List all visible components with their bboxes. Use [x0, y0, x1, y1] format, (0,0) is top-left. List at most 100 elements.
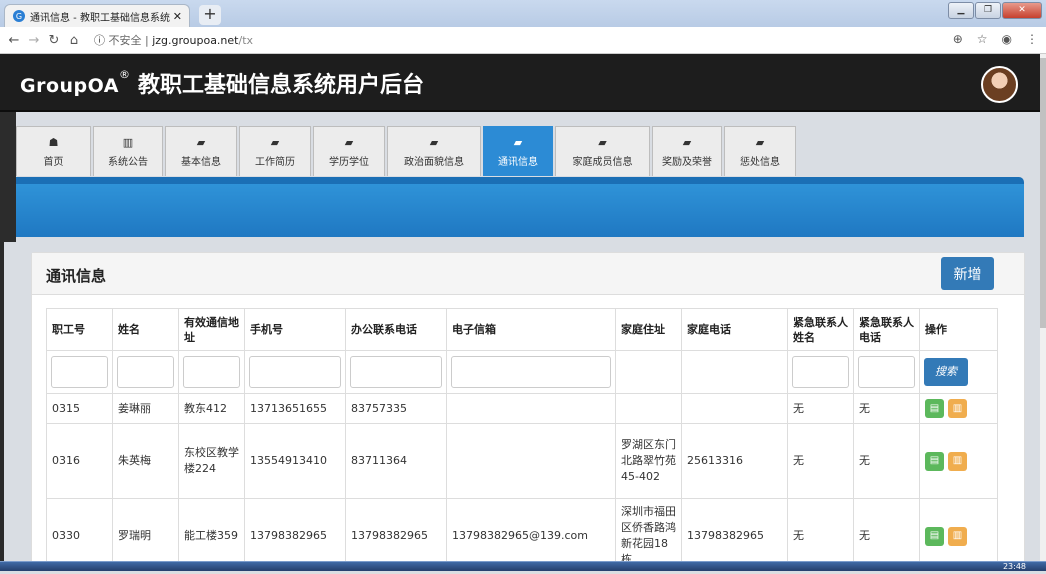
column-header: 职工号 — [46, 308, 113, 351]
browser-tab[interactable]: G 通讯信息 - 教职工基础信息系统 ✕ — [4, 4, 190, 27]
cell-office: 83711364 — [345, 423, 447, 499]
cell-home-address: 罗湖区东门北路翠竹苑45-402 — [615, 423, 682, 499]
table-row: 0316 朱英梅 东校区教学楼224 13554913410 83711364 … — [46, 423, 998, 499]
bookmark-star-icon[interactable]: ☆ — [977, 32, 988, 46]
page-scrollbar[interactable] — [1040, 54, 1046, 564]
tab-education[interactable]: ▰ 学历学位 — [313, 126, 385, 176]
url-field[interactable]: ⓘ 不安全 | jzg.groupoa.net/tx — [94, 32, 253, 48]
cell-emergency-phone: 无 — [853, 423, 920, 499]
edit-icon[interactable]: ▤ — [925, 399, 944, 418]
cell-email — [446, 393, 616, 424]
profile-icon[interactable]: ◉ — [1002, 32, 1012, 46]
search-button[interactable]: 搜索 — [924, 358, 968, 386]
column-header: 家庭电话 — [681, 308, 788, 351]
book-icon: ▰ — [344, 135, 354, 149]
filter-id-input[interactable] — [51, 356, 108, 388]
book-icon: ▰ — [682, 135, 692, 149]
edit-icon[interactable]: ▤ — [925, 526, 944, 546]
filter-office-phone-input[interactable] — [350, 356, 442, 388]
nav-tabs: ☗ 首页 ▥ 系统公告 ▰ 基本信息 ▰ 工作简历 ▰ 学历学位 ▰ 政治面貌信息 ▰ 通讯信… — [16, 126, 796, 176]
app-title: 教职工基础信息系统用户后台 — [138, 73, 425, 98]
column-header: 姓名 — [112, 308, 179, 351]
filter-name-input[interactable] — [117, 356, 174, 388]
tab-political-status[interactable]: ▰ 政治面貌信息 — [387, 126, 481, 176]
contact-table: 职工号 姓名 有效通信地址 手机号 办公联系电话 电子信箱 家庭住址 家庭电话 … — [46, 308, 998, 574]
home-icon[interactable]: ⌂ — [64, 33, 84, 48]
tab-label: 政治面貌信息 — [404, 156, 464, 168]
add-button[interactable]: 新增 — [941, 257, 994, 290]
zoom-icon[interactable]: ⊕ — [953, 32, 963, 46]
brand: GroupOA® 教职工基础信息系统用户后台 — [20, 67, 424, 99]
tab-label: 工作简历 — [255, 156, 295, 168]
close-window-button[interactable]: ✕ — [1002, 2, 1042, 19]
browser-tab-title: 通讯信息 - 教职工基础信息系统 — [30, 12, 170, 24]
minimize-button[interactable]: ▁ — [948, 2, 974, 19]
forward-icon[interactable]: → — [24, 33, 44, 48]
tab-family-members[interactable]: ▰ 家庭成员信息 — [555, 126, 650, 176]
delete-icon[interactable]: ▥ — [948, 526, 967, 546]
column-header: 紧急联系人电话 — [853, 308, 920, 351]
column-header: 办公联系电话 — [345, 308, 447, 351]
delete-icon[interactable]: ▥ — [948, 399, 967, 418]
site-favicon-icon: G — [13, 10, 25, 22]
tab-basic-info[interactable]: ▰ 基本信息 — [165, 126, 237, 176]
filter-emergency-phone-input[interactable] — [858, 356, 915, 388]
home-icon: ☗ — [48, 135, 59, 149]
os-taskbar: 23:48 — [0, 561, 1046, 571]
contact-info-panel: 通讯信息 新增 职工号 姓名 有效通信地址 手机号 办公联系电话 电子信箱 家庭… — [31, 252, 1025, 574]
panel-title: 通讯信息 — [46, 267, 107, 285]
cell-name: 朱英梅 — [112, 423, 179, 499]
tab-contact-info[interactable]: ▰ 通讯信息 — [483, 126, 553, 176]
book-icon: ▰ — [196, 135, 206, 149]
table-row: 0315 姜琳丽 教东412 13713651655 83757335 无 无 … — [46, 393, 998, 424]
reload-icon[interactable]: ↻ — [44, 33, 64, 48]
cell-id: 0315 — [46, 393, 113, 424]
tab-awards[interactable]: ▰ 奖励及荣誉 — [652, 126, 722, 176]
brand-mark: ® — [119, 67, 130, 81]
filter-mobile-input[interactable] — [249, 356, 341, 388]
filter-row: 搜索 — [46, 350, 998, 394]
filter-emergency-name-input[interactable] — [792, 356, 849, 388]
tab-label: 学历学位 — [329, 156, 369, 168]
maximize-button[interactable]: ❐ — [975, 2, 1001, 19]
cell-home-phone: 25613316 — [681, 423, 788, 499]
content-banner — [16, 177, 1024, 237]
left-dark-strip — [0, 112, 16, 242]
edit-icon[interactable]: ▤ — [925, 451, 944, 471]
cell-mobile: 13554913410 — [244, 423, 346, 499]
menu-icon[interactable]: ⋮ — [1026, 32, 1038, 46]
tab-label: 通讯信息 — [498, 156, 538, 168]
column-header: 有效通信地址 — [178, 308, 245, 351]
cell-home-phone — [681, 393, 788, 424]
filter-email-input[interactable] — [451, 356, 611, 388]
filter-address-input[interactable] — [183, 356, 240, 388]
tab-home[interactable]: ☗ 首页 — [16, 126, 91, 176]
column-header: 手机号 — [244, 308, 346, 351]
cell-home-address — [615, 393, 682, 424]
tab-penalties[interactable]: ▰ 惩处信息 — [724, 126, 796, 176]
address-bar: ← → ↻ ⌂ ⓘ 不安全 | jzg.groupoa.net/tx ⊕ ☆ ◉… — [0, 27, 1046, 54]
brand-name: GroupOA — [20, 75, 119, 97]
column-header: 操作 — [919, 308, 998, 351]
cell-address: 教东412 — [178, 393, 245, 424]
scrollbar-thumb[interactable] — [1040, 58, 1046, 328]
user-avatar[interactable] — [981, 66, 1018, 103]
back-icon[interactable]: ← — [4, 33, 24, 48]
info-icon[interactable]: ⓘ — [94, 34, 105, 47]
window-controls: ▁ ❐ ✕ — [948, 2, 1042, 19]
browser-titlebar: G 通讯信息 - 教职工基础信息系统 ✕ + ▁ ❐ ✕ — [0, 0, 1046, 27]
security-label: 不安全 — [108, 34, 142, 47]
new-tab-button[interactable]: + — [199, 5, 221, 25]
tab-label: 基本信息 — [181, 156, 221, 168]
app-header: GroupOA® 教职工基础信息系统用户后台 — [0, 54, 1040, 112]
taskbar-clock: 23:48 — [1002, 562, 1026, 571]
tab-work-history[interactable]: ▰ 工作简历 — [239, 126, 311, 176]
delete-icon[interactable]: ▥ — [948, 451, 967, 471]
tab-label: 奖励及荣誉 — [662, 156, 712, 168]
cell-emergency-name: 无 — [787, 393, 854, 424]
book-icon: ▰ — [755, 135, 765, 149]
tab-close-icon[interactable]: ✕ — [173, 10, 182, 23]
tab-announcements[interactable]: ▥ 系统公告 — [93, 126, 163, 176]
table-header-row: 职工号 姓名 有效通信地址 手机号 办公联系电话 电子信箱 家庭住址 家庭电话 … — [46, 308, 998, 351]
tab-label: 首页 — [43, 156, 64, 168]
